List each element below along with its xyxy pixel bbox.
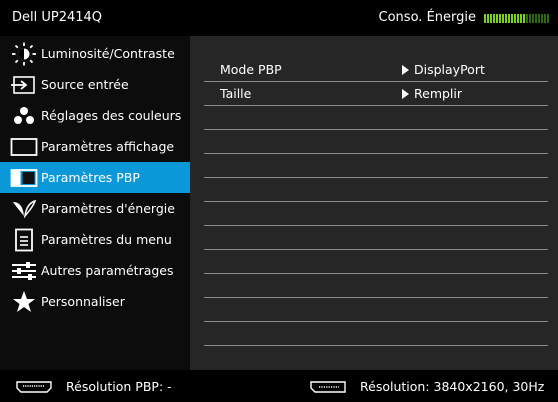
energy-segment [514, 13, 516, 23]
empty-row [204, 297, 548, 322]
energy-segment [547, 13, 549, 23]
energy-segment [529, 13, 531, 23]
energy-segment [511, 13, 513, 23]
main-menu: Luminosité/Contraste Source entrée Régla… [0, 36, 190, 370]
empty-row [204, 129, 548, 154]
status-footer: Résolution PBP: - Résolution: 3840x2160,… [0, 370, 558, 402]
empty-row [204, 345, 548, 369]
main-resolution-status: Résolution: 3840x2160, 30Hz [310, 379, 544, 394]
energy-segment [544, 13, 546, 23]
option-value: Remplir [402, 86, 462, 101]
menu-doc-icon [9, 228, 39, 252]
menu-item-input-source[interactable]: Source entrée [0, 69, 190, 100]
menu-item-label: Autres paramétrages [41, 263, 174, 278]
menu-item-personalize[interactable]: Personnaliser [0, 286, 190, 317]
energy-segment [508, 13, 510, 23]
energy-segment [493, 13, 495, 23]
empty-row [204, 105, 548, 130]
option-value: DisplayPort [402, 62, 485, 77]
option-row-pbp-mode[interactable]: Mode PBP DisplayPort [204, 57, 548, 82]
empty-row [204, 273, 548, 298]
arrow-right-icon [402, 88, 409, 99]
menu-item-display-settings[interactable]: Paramètres affichage [0, 131, 190, 162]
menu-item-label: Paramètres affichage [41, 139, 175, 154]
menu-item-label: Paramètres PBP [41, 170, 140, 185]
menu-item-label: Paramètres du menu [41, 232, 172, 247]
energy-level-bar [484, 13, 550, 23]
energy-segment [517, 13, 519, 23]
energy-segment [523, 13, 525, 23]
menu-item-color-settings[interactable]: Réglages des couleurs [0, 100, 190, 131]
input-source-icon [9, 73, 39, 97]
energy-segment [538, 13, 540, 23]
brightness-icon [9, 42, 39, 66]
energy-leaf-icon [9, 197, 39, 221]
pbp-resolution-text: Résolution PBP: - [66, 379, 172, 394]
energy-segment [484, 13, 486, 23]
menu-item-other-settings[interactable]: Autres paramétrages [0, 255, 190, 286]
energy-segment [496, 13, 498, 23]
energy-meter: Conso. Énergie [379, 10, 550, 25]
energy-segment [502, 13, 504, 23]
color-settings-icon [9, 104, 39, 128]
empty-row [204, 249, 548, 274]
energy-segment [526, 13, 528, 23]
star-icon [9, 290, 39, 314]
empty-row [204, 177, 548, 202]
option-label: Taille [220, 86, 252, 101]
menu-item-label: Paramètres d'énergie [41, 201, 175, 216]
menu-item-energy-settings[interactable]: Paramètres d'énergie [0, 193, 190, 224]
energy-segment [535, 13, 537, 23]
menu-item-brightness-contrast[interactable]: Luminosité/Contraste [0, 38, 190, 69]
hdmi-connector-icon [16, 380, 52, 393]
empty-row [204, 225, 548, 250]
main-resolution-text: Résolution: 3840x2160, 30Hz [360, 379, 545, 394]
menu-item-menu-settings[interactable]: Paramètres du menu [0, 224, 190, 255]
energy-segment [520, 13, 522, 23]
empty-row [204, 153, 548, 178]
energy-segment [499, 13, 501, 23]
empty-row [204, 321, 548, 346]
menu-item-label: Personnaliser [41, 294, 125, 309]
empty-row [204, 201, 548, 226]
displayport-connector-icon [310, 380, 346, 393]
header-bar: Dell UP2414Q Conso. Énergie [0, 0, 558, 36]
energy-label: Conso. Énergie [378, 10, 476, 25]
pbp-resolution-status: Résolution PBP: - [16, 379, 172, 394]
pbp-icon [9, 166, 39, 190]
energy-segment [490, 13, 492, 23]
display-icon [9, 135, 39, 159]
menu-item-label: Luminosité/Contraste [41, 46, 175, 61]
monitor-model: Dell UP2414Q [12, 10, 103, 25]
menu-item-label: Réglages des couleurs [41, 108, 182, 123]
osd-window: Dell UP2414Q Conso. Énergie Luminosité/C… [0, 0, 558, 402]
energy-segment [532, 13, 534, 23]
submenu-panel: Mode PBP DisplayPort Taille Remplir [190, 36, 558, 370]
menu-item-pbp-settings[interactable]: Paramètres PBP [0, 162, 190, 193]
option-row-size[interactable]: Taille Remplir [204, 81, 548, 106]
sliders-icon [9, 259, 39, 283]
menu-item-label: Source entrée [41, 77, 129, 92]
energy-segment [505, 13, 507, 23]
energy-segment [487, 13, 489, 23]
option-label: Mode PBP [220, 62, 282, 77]
energy-segment [541, 13, 543, 23]
arrow-right-icon [402, 64, 409, 75]
